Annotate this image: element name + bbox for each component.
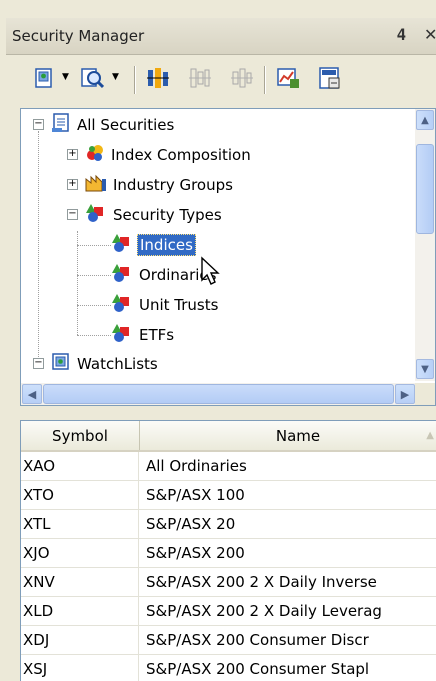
shapes-icon (111, 263, 133, 287)
tree-node-etfs[interactable]: ETFs (111, 324, 176, 346)
table-row[interactable]: XAO All Ordinaries (21, 452, 436, 481)
tree-node-label: All Securities (77, 116, 175, 134)
tree-line (38, 131, 39, 367)
tree-node-indices[interactable]: Indices (111, 234, 196, 256)
index-composition-icon (85, 143, 105, 167)
industry-groups-icon (85, 173, 107, 197)
close-icon[interactable]: ✕ (424, 25, 436, 44)
collapse-icon[interactable]: − (33, 119, 44, 130)
toolbar-separator (264, 66, 266, 94)
watchlist-icon (51, 352, 71, 376)
column-header-label: Name (275, 426, 321, 445)
securities-book-icon (51, 113, 71, 137)
cell-symbol: XDJ (23, 626, 139, 654)
scroll-right-icon[interactable]: ▶ (395, 384, 415, 404)
cell-name: All Ordinaries (146, 457, 247, 475)
chart-disabled-icon-2[interactable] (228, 64, 256, 92)
cell-name: S&P/ASX 20 (146, 515, 236, 533)
cell-symbol: XSJ (23, 655, 139, 681)
dropdown-arrow-icon[interactable]: ▼ (62, 72, 69, 82)
toolbar-separator (134, 66, 136, 94)
watchlist-chart-icon[interactable] (274, 64, 302, 92)
expand-icon[interactable]: + (67, 179, 78, 190)
table-row[interactable]: XJO S&P/ASX 200 (21, 539, 436, 568)
cell-symbol: XNV (23, 568, 139, 596)
shapes-icon (111, 323, 133, 347)
table-row[interactable]: XDJ S&P/ASX 200 Consumer Discr (21, 626, 436, 655)
tree-node-index-composition[interactable]: + Index Composition (67, 144, 253, 166)
chart-icon[interactable] (144, 64, 172, 92)
scroll-left-icon[interactable]: ◀ (22, 384, 42, 404)
tree-node-label-selected: Indices (137, 234, 196, 256)
tree-line (77, 231, 78, 335)
table-header: Symbol Name ▲ (21, 421, 436, 452)
cell-name: S&P/ASX 200 (146, 544, 245, 562)
scroll-thumb[interactable] (43, 384, 394, 404)
cell-symbol: XLD (23, 597, 139, 625)
shapes-icon (111, 293, 133, 317)
tree-line (77, 275, 111, 276)
scroll-up-icon[interactable]: ▲ (416, 110, 434, 130)
mouse-cursor-icon (201, 256, 220, 285)
cell-name: S&P/ASX 200 2 X Daily Leverag (146, 602, 382, 620)
title-bar[interactable]: Security Manager 𝟒 ✕ (6, 18, 436, 55)
pin-icon[interactable]: 𝟒 (397, 25, 406, 45)
scrollbar-corner (415, 383, 435, 405)
calculator-icon[interactable] (316, 64, 344, 92)
sort-arrow-icon: ▲ (426, 430, 434, 441)
tree-node-label: WatchLists (77, 355, 158, 373)
cell-symbol: XTL (23, 510, 139, 538)
column-header-name[interactable]: Name ▲ (140, 421, 436, 450)
tree-node-watchlists[interactable]: − WatchLists (33, 353, 160, 375)
tree-node-unit-trusts[interactable]: Unit Trusts (111, 294, 220, 316)
tree-line (77, 245, 111, 246)
table-row[interactable]: XSJ S&P/ASX 200 Consumer Stapl (21, 655, 436, 681)
toolbar: ▼ ▼ (6, 58, 436, 104)
expand-icon[interactable]: + (67, 149, 78, 160)
cell-name: S&P/ASX 100 (146, 486, 245, 504)
tree-vertical-scrollbar[interactable]: ▲ ▼ (415, 109, 435, 381)
tree-node-label: Security Types (113, 206, 222, 224)
panel-splitter[interactable] (0, 406, 436, 418)
dropdown-arrow-icon[interactable]: ▼ (112, 72, 119, 82)
security-types-icon (85, 203, 107, 227)
table-row[interactable]: XLD S&P/ASX 200 2 X Daily Leverag (21, 597, 436, 626)
window-title: Security Manager (12, 27, 145, 45)
security-manager-panel: Security Manager 𝟒 ✕ ▼ ▼ − All Securitie… (0, 0, 436, 681)
tree-node-label: Unit Trusts (139, 296, 219, 314)
cell-symbol: XAO (23, 452, 139, 480)
tree-node-label: Index Composition (111, 146, 251, 164)
tree-node-industry-groups[interactable]: + Industry Groups (67, 174, 235, 196)
table-row[interactable]: XNV S&P/ASX 200 2 X Daily Inverse (21, 568, 436, 597)
tree-node-security-types[interactable]: − Security Types (67, 204, 224, 226)
column-header-symbol[interactable]: Symbol (21, 421, 140, 450)
tree-line (77, 335, 111, 336)
collapse-icon[interactable]: − (33, 358, 44, 369)
cell-symbol: XJO (23, 539, 139, 567)
scroll-thumb[interactable] (416, 144, 434, 234)
table-row[interactable]: XTL S&P/ASX 20 (21, 510, 436, 539)
tree-line (77, 305, 111, 306)
new-security-icon[interactable] (30, 64, 58, 92)
table-row[interactable]: XTO S&P/ASX 100 (21, 481, 436, 510)
tree-node-label: Industry Groups (113, 176, 233, 194)
securities-table[interactable]: Symbol Name ▲ XAO All Ordinaries XTO S&P/AS… (20, 420, 436, 681)
tree-node-label: ETFs (139, 326, 175, 344)
scroll-down-icon[interactable]: ▼ (416, 359, 434, 379)
tree-horizontal-scrollbar[interactable]: ◀ ▶ (21, 383, 416, 405)
cell-symbol: XTO (23, 481, 139, 509)
cell-name: S&P/ASX 200 Consumer Discr (146, 631, 369, 649)
chart-disabled-icon[interactable] (186, 64, 214, 92)
shapes-icon (111, 233, 133, 257)
find-security-icon[interactable] (78, 64, 106, 92)
collapse-icon[interactable]: − (67, 209, 78, 220)
cell-name: S&P/ASX 200 2 X Daily Inverse (146, 573, 377, 591)
cell-name: S&P/ASX 200 Consumer Stapl (146, 660, 370, 678)
security-tree[interactable]: − All Securities + Index Composition + I… (20, 108, 436, 406)
tree-node-all-securities[interactable]: − All Securities (33, 113, 176, 137)
